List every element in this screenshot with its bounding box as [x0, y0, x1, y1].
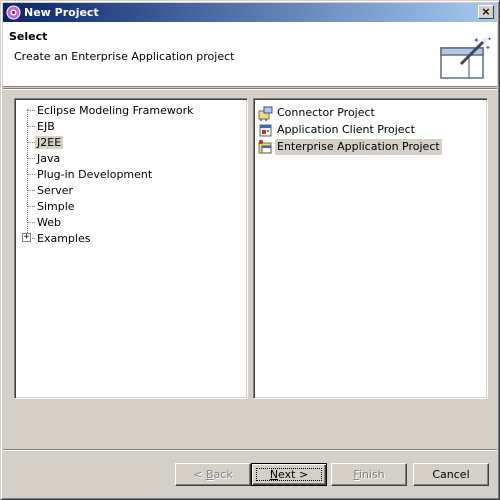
tree-item-label: Examples	[37, 232, 91, 245]
cancel-button-label: Cancel	[432, 468, 470, 481]
tree-item-plug-in-development[interactable]: Plug-in Development	[35, 167, 154, 182]
wizard-category-tree[interactable]: Eclipse Modeling Framework EJB J2EE Java…	[14, 98, 248, 399]
next-rest: ext >	[278, 468, 309, 481]
svg-text:✦: ✦	[487, 36, 492, 43]
page-title: Select	[9, 30, 48, 43]
next-button[interactable]: Next >	[251, 463, 327, 486]
back-prefix: <	[193, 468, 206, 481]
close-button[interactable]: ×	[478, 5, 494, 19]
tree-item-label: Eclipse Modeling Framework	[37, 104, 194, 117]
tree-item-label: Server	[37, 184, 74, 197]
back-rest: ack	[213, 468, 233, 481]
list-item-label: Application Client Project	[277, 123, 415, 136]
tree-item-label: Plug-in Development	[37, 168, 153, 181]
close-icon: ×	[481, 5, 491, 18]
tree-item-simple[interactable]: Simple	[35, 199, 77, 214]
new-project-wizard-icon: ✦ ✦ ✦	[440, 36, 492, 79]
tree-item-server[interactable]: Server	[35, 183, 75, 198]
wizard-list[interactable]: Connector Project Application Client Pro…	[253, 98, 488, 399]
connector-project-icon	[258, 106, 273, 121]
back-button-label: < Back	[193, 468, 232, 481]
plus-icon: +	[23, 232, 30, 242]
title-bar[interactable]: New Project ×	[3, 3, 497, 22]
list-item-label: Connector Project	[277, 106, 375, 119]
tree-item-j2ee[interactable]: J2EE	[35, 135, 64, 150]
next-mnemonic: N	[269, 468, 279, 481]
list-item-label: Enterprise Application Project	[275, 139, 442, 155]
tree-connector	[27, 206, 35, 207]
application-client-project-icon	[259, 124, 272, 137]
next-button-label: Next >	[270, 468, 308, 481]
tree-connector	[27, 142, 35, 143]
tree-connector	[27, 110, 35, 111]
tree-item-label: Simple	[37, 200, 75, 213]
enterprise-application-project-icon	[258, 139, 272, 154]
banner-separator	[3, 88, 497, 90]
tree-item-label: Java	[37, 152, 61, 165]
tree-item-label: Web	[37, 216, 61, 229]
back-button[interactable]: < Back	[175, 463, 251, 486]
tree-connector	[27, 190, 35, 191]
tree-item-label: J2EE	[35, 136, 64, 149]
tree-connector	[27, 158, 35, 159]
new-project-dialog: New Project × Select Create an Enterpris…	[0, 0, 500, 500]
tree-item-examples[interactable]: Examples	[35, 231, 92, 246]
cancel-button[interactable]: Cancel	[413, 463, 489, 486]
finish-button[interactable]: Finish	[331, 463, 407, 486]
back-mnemonic: B	[206, 468, 214, 481]
finish-rest: inish	[358, 468, 385, 481]
expand-examples-toggle[interactable]: +	[22, 233, 31, 242]
tree-item-ejb[interactable]: EJB	[35, 119, 57, 134]
finish-button-label: Finish	[353, 468, 384, 481]
svg-text:✦: ✦	[485, 44, 491, 52]
tree-item-java[interactable]: Java	[35, 151, 62, 166]
button-bar-separator	[3, 449, 497, 451]
eclipse-app-icon	[6, 5, 21, 20]
tree-item-eclipse-modeling-framework[interactable]: Eclipse Modeling Framework	[35, 103, 196, 118]
tree-connector	[27, 174, 35, 175]
window-title: New Project	[24, 6, 99, 19]
tree-item-label: EJB	[37, 120, 55, 133]
page-description: Create an Enterprise Application project	[14, 50, 235, 63]
tree-connector	[27, 126, 35, 127]
wizard-banner: Select Create an Enterprise Application …	[3, 22, 497, 87]
tree-item-web[interactable]: Web	[35, 215, 63, 230]
svg-text:✦: ✦	[473, 36, 480, 45]
tree-connector	[27, 222, 35, 223]
